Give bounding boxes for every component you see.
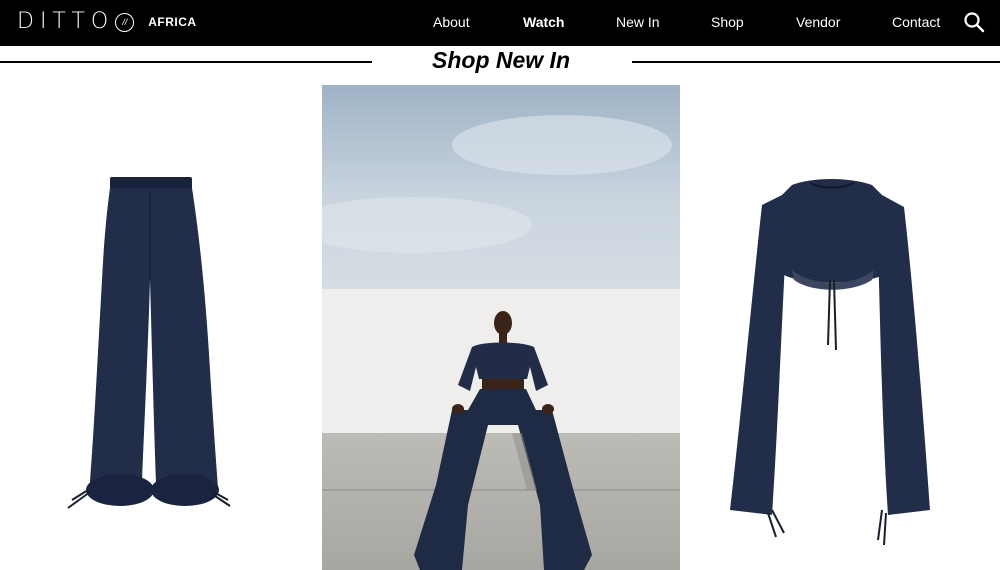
product-cropped-denim-top[interactable] <box>722 175 937 553</box>
section-title: Shop New In <box>432 47 570 73</box>
product-denim-trousers[interactable] <box>60 170 240 520</box>
search-icon[interactable] <box>963 11 985 33</box>
model-seated-image <box>322 85 680 570</box>
nav-link-vendor[interactable]: Vendor <box>796 13 840 31</box>
denim-trousers-image <box>67 177 231 509</box>
nav-link-new-in[interactable]: New In <box>616 13 660 31</box>
logo-text: DITTO <box>17 9 115 34</box>
nav-link-about[interactable]: About <box>433 13 470 31</box>
logo-subtitle: AFRICA <box>148 15 197 29</box>
nav-link-contact[interactable]: Contact <box>892 13 940 31</box>
nav-link-watch[interactable]: Watch <box>523 13 564 31</box>
nav-link-shop[interactable]: Shop <box>711 13 744 31</box>
hero-editorial-image[interactable] <box>322 85 680 570</box>
section-divider-right <box>632 61 1000 63</box>
section-divider-left <box>0 61 372 63</box>
logo-mark-icon: // <box>115 12 135 32</box>
cropped-denim-top-image <box>730 179 930 546</box>
brand-logo[interactable]: DITTO // AFRICA <box>17 8 197 36</box>
top-navigation-bar: DITTO // AFRICA About Watch New In Shop … <box>0 0 1000 46</box>
